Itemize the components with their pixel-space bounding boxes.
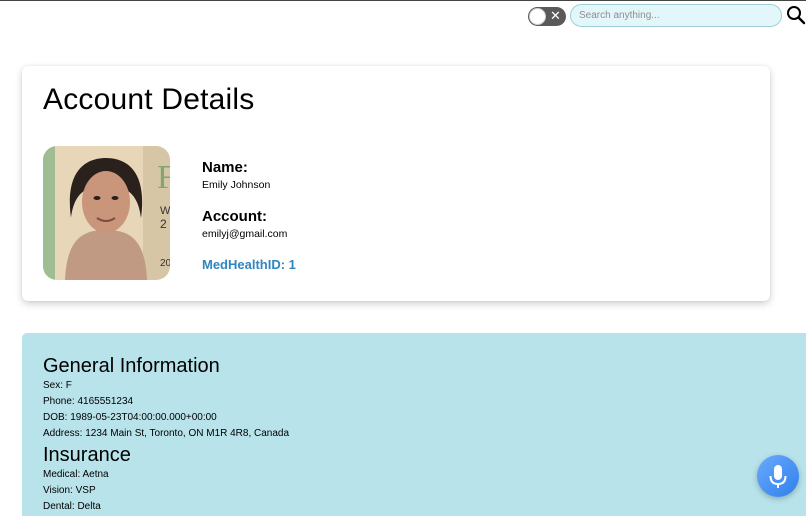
search-input[interactable] [570,4,782,27]
svg-text:W: W [160,205,170,217]
name-value: Emily Johnson [202,179,271,191]
avatar: F W 2 20 [43,146,170,280]
phone-row: Phone: 4165551234 [43,396,134,407]
name-label: Name: [202,159,248,176]
account-details-card: Account Details F W 2 20 Name: Emily Joh… [22,66,770,301]
svg-text:2: 2 [160,217,167,231]
account-info: Name: Emily Johnson Account: emilyj@gmai… [202,159,296,272]
search-icon[interactable] [786,5,806,25]
insurance-medical: Medical: Aetna [43,469,109,480]
account-value: emilyj@gmail.com [202,228,288,240]
account-label: Account: [202,208,267,225]
insurance-title: Insurance [43,444,131,466]
svg-text:F: F [157,159,170,196]
svg-text:20: 20 [160,258,170,269]
insurance-vision: Vision: VSP [43,485,96,496]
insurance-dental: Dental: Delta [43,501,101,512]
sex-row: Sex: F [43,380,72,391]
medhealth-id: MedHealthID: 1 [202,257,296,272]
top-border [0,0,806,1]
theme-toggle[interactable]: ✕ [528,7,566,26]
general-information-section: General Information Sex: F Phone: 416555… [22,333,806,516]
address-row: Address: 1234 Main St, Toronto, ON M1R 4… [43,428,290,439]
general-information-title: General Information [43,355,220,377]
toggle-knob [529,8,546,25]
microphone-icon [769,465,787,488]
close-x-icon: ✕ [550,9,561,24]
page-title: Account Details [43,83,255,116]
microphone-button[interactable] [757,455,799,497]
dob-row: DOB: 1989-05-23T04:00:00.000+00:00 [43,412,217,423]
